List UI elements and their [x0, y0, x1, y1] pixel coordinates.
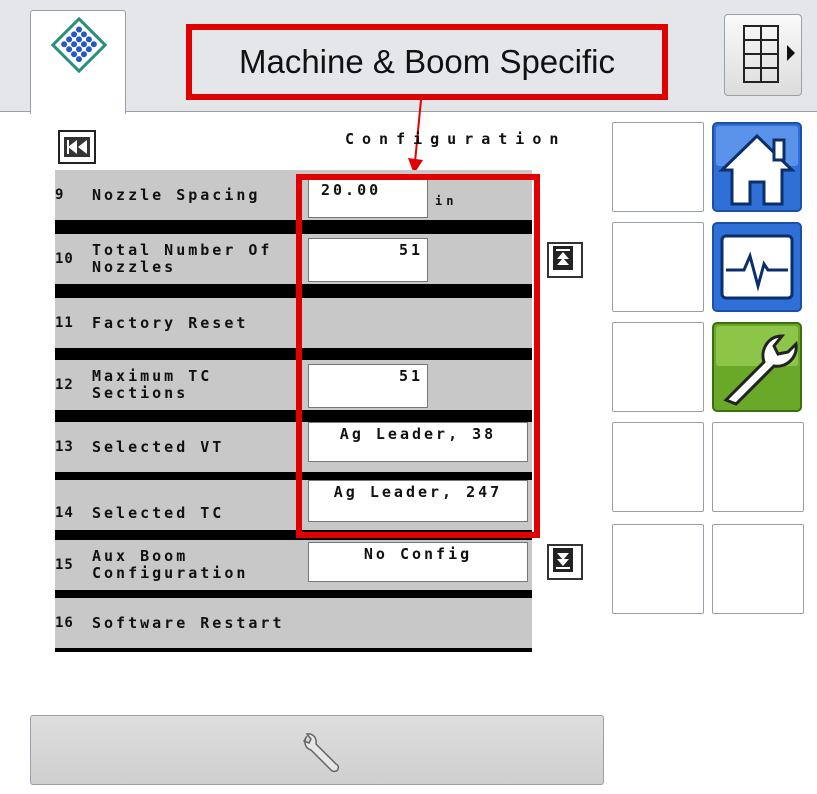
settings-tool-button[interactable] [30, 715, 604, 785]
wrench-icon [712, 322, 802, 412]
skip-back-icon [64, 137, 90, 157]
row-number: 13 [55, 438, 74, 455]
field-value: No Config [363, 545, 473, 563]
soft-key-empty[interactable] [712, 422, 804, 512]
page-top-icon [553, 246, 573, 270]
row-label: Aux Boom Configuration [92, 547, 249, 582]
row-number: 16 [55, 614, 74, 631]
diamond-logo-icon [50, 16, 108, 74]
row-number: 12 [55, 376, 74, 393]
page-bottom-icon [553, 548, 573, 572]
soft-key-empty[interactable] [712, 524, 804, 614]
row-label: Selected VT [92, 437, 225, 456]
grid-menu-button[interactable] [724, 14, 802, 96]
page-title: Machine & Boom Specific [186, 24, 668, 100]
row-label: Selected TC [92, 503, 225, 522]
section-heading: Configuration [345, 130, 567, 148]
row-number: 9 [55, 186, 65, 203]
row-number: 15 [55, 556, 74, 573]
grid-menu-icon [743, 25, 795, 83]
home-icon [712, 122, 802, 212]
soft-key-empty[interactable] [612, 422, 704, 512]
row-label: Factory Reset [92, 313, 249, 332]
wrench-outline-icon [302, 733, 340, 773]
diagnostics-button[interactable] [712, 222, 802, 312]
row-label: Software Restart [92, 613, 285, 632]
tools-button[interactable] [712, 322, 802, 412]
soft-key-empty[interactable] [612, 222, 704, 312]
row-number: 11 [55, 314, 74, 331]
aux-boom-field[interactable]: No Config [308, 542, 528, 582]
home-button[interactable] [712, 122, 802, 212]
soft-key-empty[interactable] [612, 524, 704, 614]
setting-row-software-restart[interactable]: 16 Software Restart [55, 598, 532, 648]
soft-key-empty[interactable] [612, 122, 704, 212]
page-bottom-button[interactable] [547, 544, 583, 580]
highlight-box [296, 174, 540, 538]
page-title-text: Machine & Boom Specific [238, 43, 615, 80]
row-number: 10 [55, 250, 74, 267]
row-label: Nozzle Spacing [92, 185, 261, 204]
row-label: Total Number Of Nozzles [92, 241, 273, 276]
soft-key-empty[interactable] [612, 322, 704, 412]
row-label: Maximum TC Sections [92, 367, 213, 402]
tab-home[interactable] [30, 10, 126, 114]
page-top-button[interactable] [547, 242, 583, 278]
row-number: 14 [55, 504, 74, 521]
skip-back-button[interactable] [58, 130, 96, 164]
heartbeat-icon [712, 222, 802, 312]
setting-row-aux-boom[interactable]: 15 Aux Boom Configuration No Config [55, 540, 532, 590]
